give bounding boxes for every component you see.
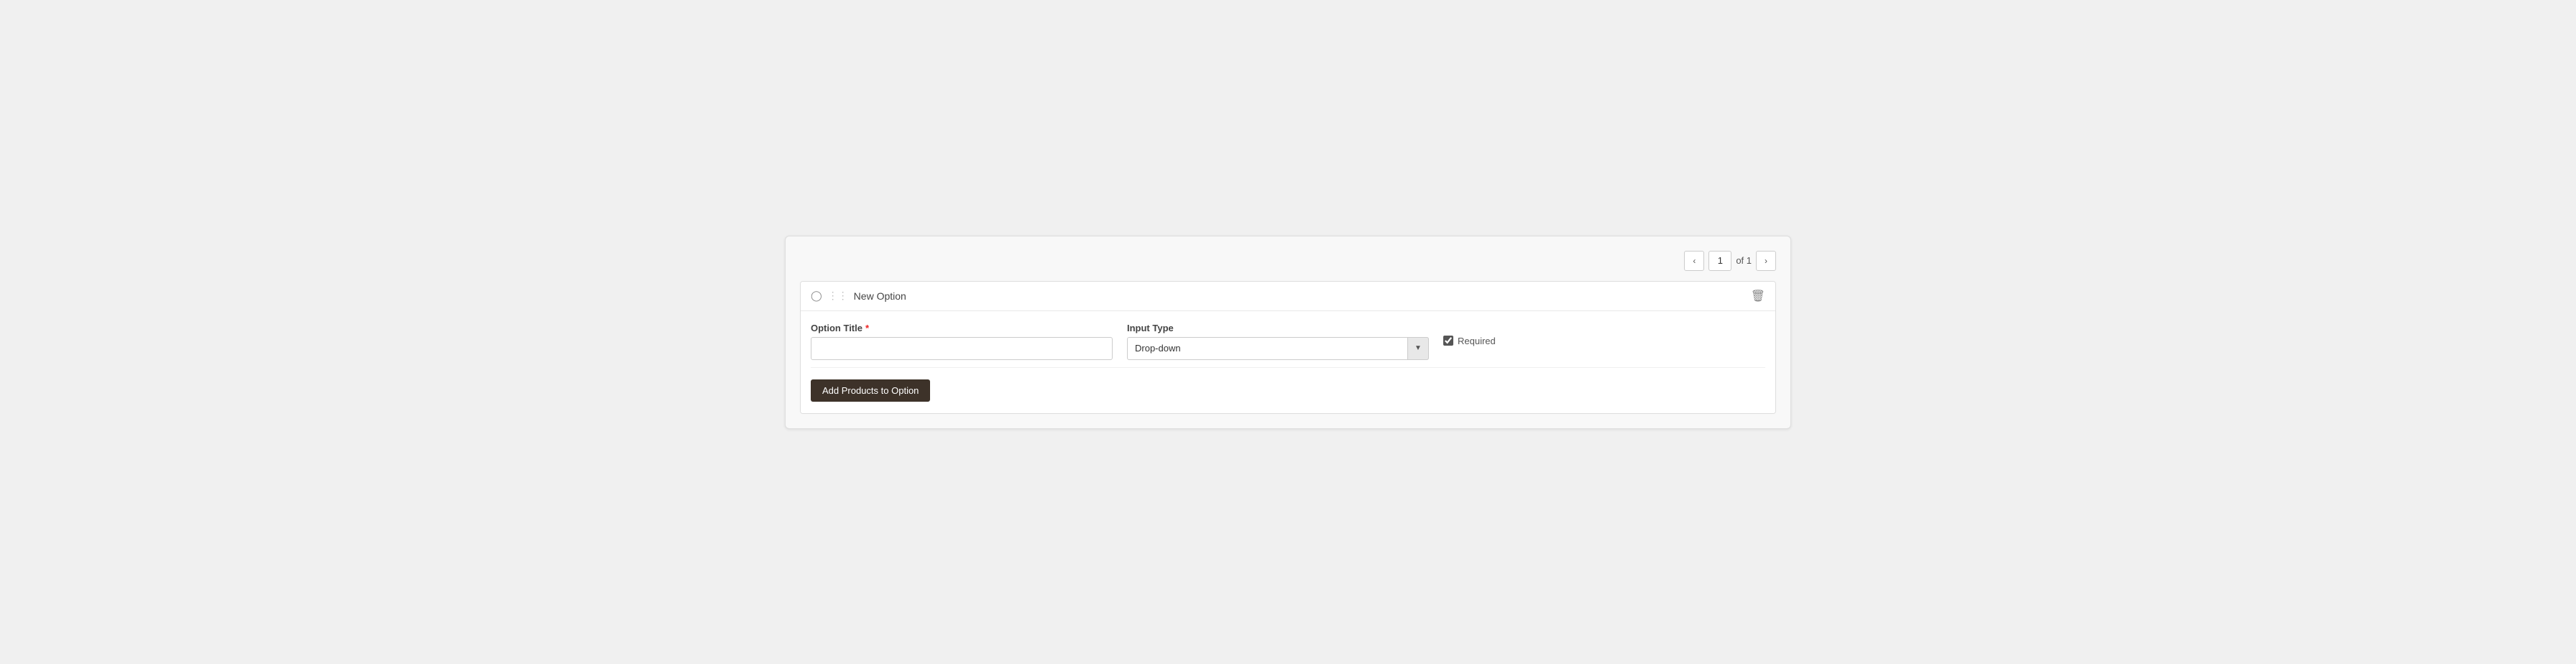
drag-handle-icon[interactable]: ⋮⋮ xyxy=(828,290,848,302)
option-title-label: Option Title * xyxy=(811,323,1113,333)
required-checkbox[interactable] xyxy=(1443,336,1453,346)
card-header-left: ◯ ⋮⋮ New Option xyxy=(811,290,906,302)
card-header: ◯ ⋮⋮ New Option 🗑 xyxy=(801,282,1775,311)
required-label: Required xyxy=(1458,336,1496,346)
input-type-group: Input Type Drop-down Radio Buttons Check… xyxy=(1127,323,1429,360)
input-type-label: Input Type xyxy=(1127,323,1429,333)
main-container: ‹ 1 of 1 › ◯ ⋮⋮ New Option 🗑 Option Titl… xyxy=(785,236,1791,429)
option-title-group: Option Title * xyxy=(811,323,1113,360)
input-type-select[interactable]: Drop-down Radio Buttons Checkbox Multipl… xyxy=(1127,337,1429,360)
divider xyxy=(811,367,1765,368)
option-card: ◯ ⋮⋮ New Option 🗑 Option Title * xyxy=(800,281,1776,414)
card-body: Option Title * Input Type Drop-down Radi… xyxy=(801,311,1775,413)
pagination-of-label: of 1 xyxy=(1736,255,1752,266)
form-row-main: Option Title * Input Type Drop-down Radi… xyxy=(811,323,1765,360)
required-star: * xyxy=(865,323,869,333)
delete-icon[interactable]: 🗑 xyxy=(1751,289,1765,303)
pagination-bar: ‹ 1 of 1 › xyxy=(800,251,1776,271)
pagination-next-button[interactable]: › xyxy=(1756,251,1776,271)
required-group: Required xyxy=(1443,336,1496,346)
pagination-prev-button[interactable]: ‹ xyxy=(1684,251,1704,271)
option-title-input[interactable] xyxy=(811,337,1113,360)
input-type-select-wrapper: Drop-down Radio Buttons Checkbox Multipl… xyxy=(1127,337,1429,360)
add-products-button[interactable]: Add Products to Option xyxy=(811,379,930,402)
pagination-current-page: 1 xyxy=(1708,251,1731,271)
card-title: New Option xyxy=(854,290,906,302)
collapse-icon[interactable]: ◯ xyxy=(811,290,822,302)
